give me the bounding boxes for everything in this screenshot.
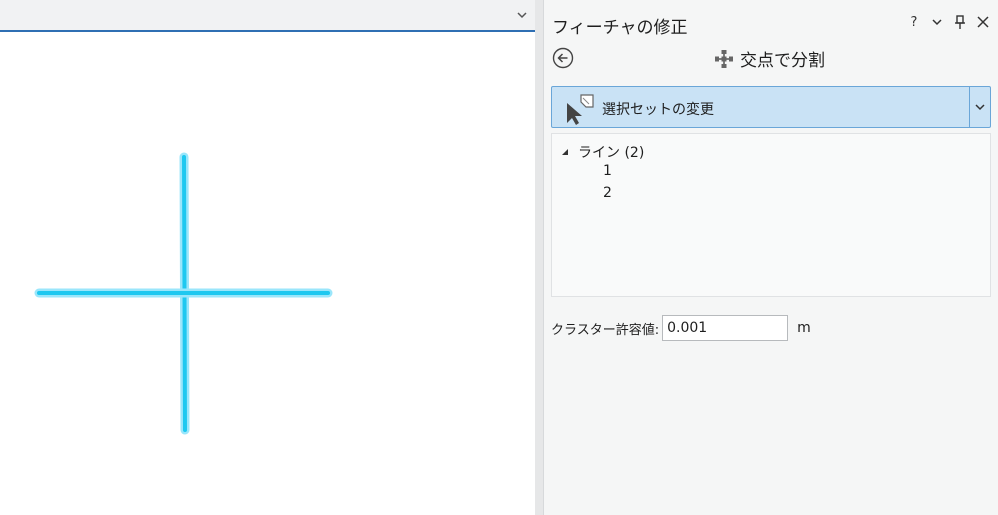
map-view[interactable] [0,0,535,515]
help-button[interactable]: ? [907,14,921,30]
pane-controls: ? [907,14,990,30]
tree-group-lines[interactable]: ライン (2) [560,142,644,162]
close-icon[interactable] [976,14,990,30]
cluster-tolerance-input[interactable] [662,315,789,341]
map-tab-bar [0,0,535,32]
pane-splitter[interactable] [535,0,543,515]
chevron-down-icon[interactable] [974,101,986,113]
change-selection-dropdown[interactable]: 選択セットの変更 [551,86,991,128]
split-intersection-icon [715,49,733,68]
chevron-down-icon[interactable] [930,14,944,30]
tree-item[interactable]: 2 [603,185,612,201]
cluster-tolerance-row: クラスター許容値: m [551,315,811,341]
expand-triangle-icon[interactable] [560,147,570,157]
modify-features-pane: フィーチャの修正 ? 交点で分割 選択セットの変更 ライン (2) 1 2 クラ… [543,0,998,515]
tree-item[interactable]: 1 [603,163,612,179]
cluster-tolerance-label: クラスター許容値: [551,322,660,338]
tool-title: 交点で分割 [740,51,825,71]
pin-icon[interactable] [953,14,967,30]
back-arrow-icon[interactable] [552,47,574,69]
pane-title: フィーチャの修正 [552,18,688,38]
cluster-tolerance-unit: m [797,320,811,336]
feature-tree: ライン (2) 1 2 [551,133,991,297]
chevron-down-icon[interactable] [515,8,529,22]
selection-change-icon [567,94,594,125]
tool-header: 交点で分割 [714,46,825,71]
change-selection-label: 選択セットの変更 [602,102,714,118]
dropdown-divider [969,87,970,127]
tree-group-label: ライン (2) [578,145,645,161]
map-canvas[interactable] [0,34,535,515]
